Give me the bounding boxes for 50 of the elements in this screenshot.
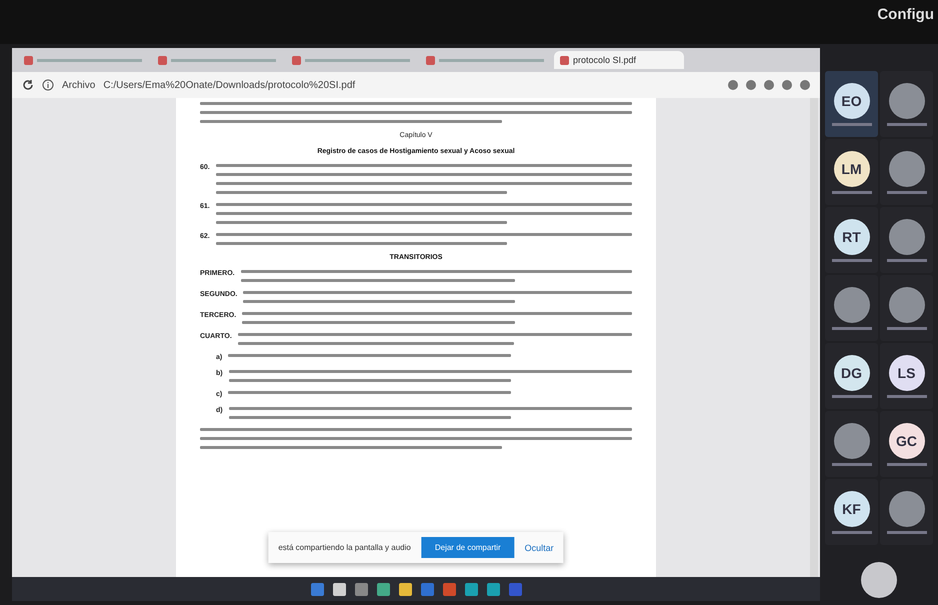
taskbar-app-icon[interactable]	[332, 582, 346, 596]
taskbar-app-icon[interactable]	[376, 582, 390, 596]
illegible-text-drawing	[832, 530, 872, 534]
browser-tab[interactable]: protocolo SI.pdf	[554, 51, 684, 69]
tab-favicon-icon	[426, 56, 435, 64]
illegible-text-drawing	[886, 462, 926, 466]
photo-placeholder[interactable]	[888, 218, 924, 254]
photo-placeholder[interactable]	[834, 422, 870, 458]
participant-avatar[interactable]: KF	[834, 490, 870, 526]
photo-placeholder[interactable]	[888, 82, 924, 118]
taskbar-app-icon[interactable]	[354, 582, 368, 596]
address-prefix: Archivo	[62, 80, 96, 90]
illegible-text-drawing	[832, 122, 872, 126]
illegible-text-drawing	[886, 190, 926, 194]
app-title: Configu	[877, 5, 935, 23]
tab-favicon-icon	[158, 56, 167, 64]
participant-avatar[interactable]: LM	[834, 150, 870, 186]
participant-avatar[interactable]: RT	[834, 218, 870, 254]
illegible-text-drawing	[832, 190, 872, 194]
participant-avatar[interactable]: DG	[834, 354, 870, 390]
participant-avatar[interactable]: GC	[888, 422, 924, 458]
tab-favicon-icon	[560, 56, 569, 64]
info-icon[interactable]	[42, 79, 54, 91]
tab-favicon-icon	[24, 56, 33, 64]
illegible-text-drawing	[832, 462, 872, 466]
participant-avatar[interactable]: EO	[834, 82, 870, 118]
illegible-text-drawing	[886, 326, 926, 330]
taskbar-app-icon[interactable]	[486, 582, 500, 596]
share-message: está compartiendo la pantalla y audio	[278, 543, 411, 552]
photo-placeholder[interactable]	[888, 150, 924, 186]
photo-placeholder[interactable]	[888, 286, 924, 322]
stop-sharing-button[interactable]: Dejar de compartir	[420, 537, 515, 558]
address-field[interactable]: C:/Users/Ema%20Onate/Downloads/protocolo%20SI.pdf	[103, 80, 720, 90]
illegible-text-drawing	[832, 326, 872, 330]
tab-favicon-icon	[292, 56, 301, 64]
illegible-text-drawing	[886, 122, 926, 126]
photo-placeholder[interactable]	[888, 490, 924, 526]
illegible-text-drawing	[886, 530, 926, 534]
participant-avatar[interactable]: LS	[888, 354, 924, 390]
illegible-text-drawing	[832, 258, 872, 262]
illegible-text-drawing	[832, 394, 872, 398]
illegible-text-drawing	[886, 258, 926, 262]
taskbar-app-icon[interactable]	[398, 582, 412, 596]
refresh-icon[interactable]	[22, 79, 34, 91]
tab-title: protocolo SI.pdf	[573, 55, 636, 65]
illegible-text-drawing	[886, 394, 926, 398]
photo-placeholder[interactable]	[834, 286, 870, 322]
taskbar-app-icon[interactable]	[464, 582, 478, 596]
more-participants-icon[interactable]	[861, 562, 897, 598]
hide-link[interactable]: Ocultar	[524, 542, 554, 552]
